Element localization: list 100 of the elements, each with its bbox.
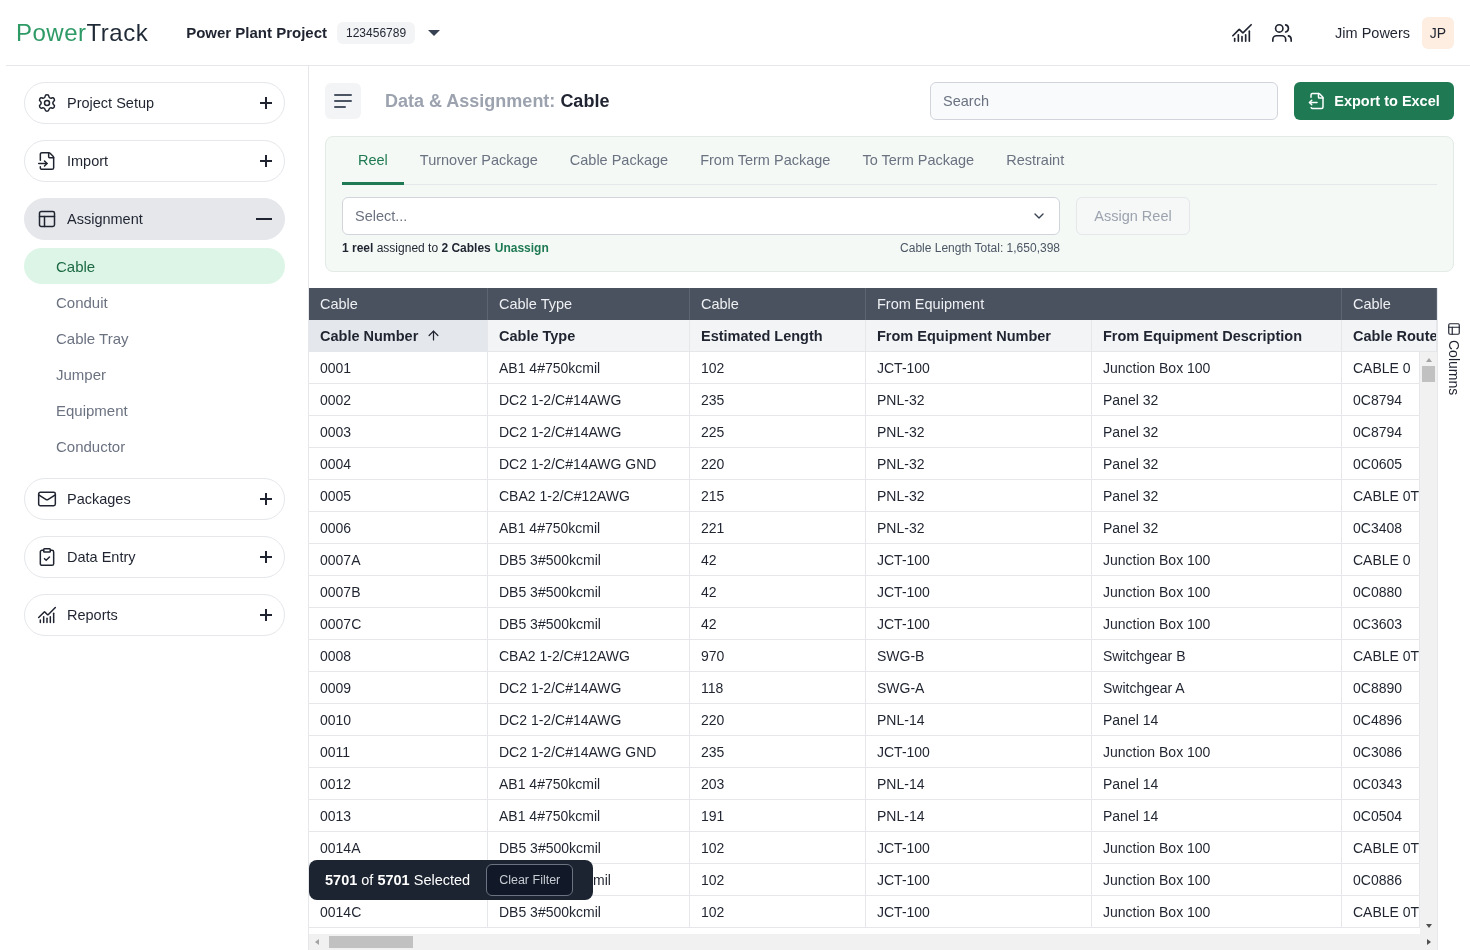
table-cell: 42	[690, 576, 866, 607]
table-cell: JCT-100	[866, 896, 1092, 927]
sidebar-section[interactable]: Data Entry	[24, 536, 285, 578]
table-cell: 42	[690, 544, 866, 575]
table-cell: PNL-32	[866, 480, 1092, 511]
column-header[interactable]: Cable Number	[309, 320, 488, 351]
tab[interactable]: Restraint	[990, 137, 1081, 185]
table-cell: 118	[690, 672, 866, 703]
table-cell: DC2 1-2/C#14AWG	[488, 416, 690, 447]
file-arrow-icon	[37, 151, 57, 171]
sidebar-section[interactable]: Import	[24, 140, 285, 182]
table-cell: CBA2 1-2/C#12AWG	[488, 640, 690, 671]
scroll-thumb[interactable]	[1422, 366, 1435, 382]
table-cell: Switchgear A	[1092, 672, 1342, 703]
selection-count: 5701 of 5701 Selected	[325, 872, 471, 888]
sidebar-item[interactable]: Cable	[24, 248, 285, 284]
columns-icon	[1447, 322, 1461, 336]
sidebar-section[interactable]: Project Setup	[24, 82, 285, 124]
table-cell: AB1 4#750kcmil	[488, 512, 690, 543]
table-cell: 0013	[309, 800, 488, 831]
plus-icon	[260, 609, 272, 621]
plus-icon	[260, 97, 272, 109]
assignment-status: 1 reel assigned to 2 Cables	[342, 241, 491, 255]
table-cell: 225	[690, 416, 866, 447]
sidebar-item[interactable]: Equipment	[24, 392, 285, 428]
caret-icon[interactable]	[427, 28, 442, 37]
column-header[interactable]: From Equipment Number	[866, 320, 1092, 351]
gear-icon	[37, 93, 57, 113]
table-cell: JCT-100	[866, 864, 1092, 895]
table-cell: JCT-100	[866, 608, 1092, 639]
horizontal-scrollbar[interactable]	[309, 934, 1437, 950]
unassign-link[interactable]: Unassign	[494, 241, 549, 255]
sidebar-item[interactable]: Conduit	[24, 284, 285, 320]
tab[interactable]: Reel	[342, 137, 404, 185]
table-cell: 102	[690, 832, 866, 863]
clear-filter-button[interactable]: Clear Filter	[486, 864, 574, 896]
table-cell: DB5 3#500kcmil	[488, 576, 690, 607]
column-header[interactable]: Cable Type	[488, 320, 690, 351]
column-header[interactable]: Estimated Length	[690, 320, 866, 351]
scroll-right-icon[interactable]	[1425, 938, 1433, 946]
project-name: Power Plant Project	[186, 24, 327, 41]
sidebar-item[interactable]: Jumper	[24, 356, 285, 392]
table-cell: DB5 3#500kcmil	[488, 608, 690, 639]
sidebar-item[interactable]: Cable Tray	[24, 320, 285, 356]
table-cell: Panel 14	[1092, 768, 1342, 799]
sidebar-item[interactable]: Conductor	[24, 428, 285, 464]
table-cell: PNL-14	[866, 704, 1092, 735]
scroll-down-icon[interactable]	[1424, 922, 1433, 930]
table-cell: PNL-32	[866, 448, 1092, 479]
menu-icon	[334, 94, 352, 108]
export-button[interactable]: Export to Excel	[1294, 82, 1454, 120]
project-number: 123456789	[337, 21, 416, 44]
table-cell: JCT-100	[866, 352, 1092, 383]
table-cell: 235	[690, 736, 866, 767]
cable-length-total: Cable Length Total: 1,650,398	[900, 241, 1060, 255]
table-cell: PNL-32	[866, 384, 1092, 415]
sidebar-section[interactable]: Packages	[24, 478, 285, 520]
table-cell: DC2 1-2/C#14AWG GND	[488, 448, 690, 479]
bar-chart-icon[interactable]	[1231, 21, 1254, 44]
table-cell: 0008	[309, 640, 488, 671]
table-cell: 0001	[309, 352, 488, 383]
vertical-scrollbar[interactable]	[1420, 352, 1437, 934]
tab[interactable]: From Term Package	[684, 137, 847, 185]
table-cell: DC2 1-2/C#14AWG GND	[488, 736, 690, 767]
table-cell: 235	[690, 384, 866, 415]
table-cell: AB1 4#750kcmil	[488, 768, 690, 799]
table-cell: Panel 32	[1092, 448, 1342, 479]
table-cell: PNL-32	[866, 512, 1092, 543]
plus-icon	[260, 493, 272, 505]
table-cell: 0007A	[309, 544, 488, 575]
table-cell: 203	[690, 768, 866, 799]
sidebar-section[interactable]: Assignment	[24, 198, 285, 240]
table-cell: 191	[690, 800, 866, 831]
table-cell: 0003	[309, 416, 488, 447]
reel-select[interactable]: Select...	[342, 197, 1060, 235]
table-cell: PNL-14	[866, 800, 1092, 831]
search-field[interactable]: Search	[930, 82, 1278, 120]
tab[interactable]: Turnover Package	[403, 137, 554, 185]
users-icon[interactable]	[1271, 21, 1294, 44]
mail-icon	[37, 489, 57, 509]
user-name: Jim Powers	[1335, 24, 1410, 41]
table-cell: 221	[690, 512, 866, 543]
table-cell: Junction Box 100	[1092, 896, 1342, 927]
column-header[interactable]: From Equipment Description	[1092, 320, 1342, 351]
table-cell: JCT-100	[866, 832, 1092, 863]
table-cell: AB1 4#750kcmil	[488, 352, 690, 383]
table-cell: Junction Box 100	[1092, 864, 1342, 895]
tab[interactable]: Cable Package	[553, 137, 685, 185]
table-cell: JCT-100	[866, 576, 1092, 607]
sidebar-section[interactable]: Reports	[24, 594, 285, 636]
table-cell: 102	[690, 864, 866, 895]
table-cell: 0009	[309, 672, 488, 703]
user-avatar[interactable]: JP	[1422, 16, 1454, 49]
scroll-thumb[interactable]	[329, 936, 413, 948]
table-cell: AB1 4#750kcmil	[488, 800, 690, 831]
logo: PowerTrack	[16, 18, 149, 47]
menu-button[interactable]	[325, 83, 361, 119]
table-cell: Junction Box 100	[1092, 832, 1342, 863]
table-cell: 0012	[309, 768, 488, 799]
tab[interactable]: To Term Package	[846, 137, 991, 185]
